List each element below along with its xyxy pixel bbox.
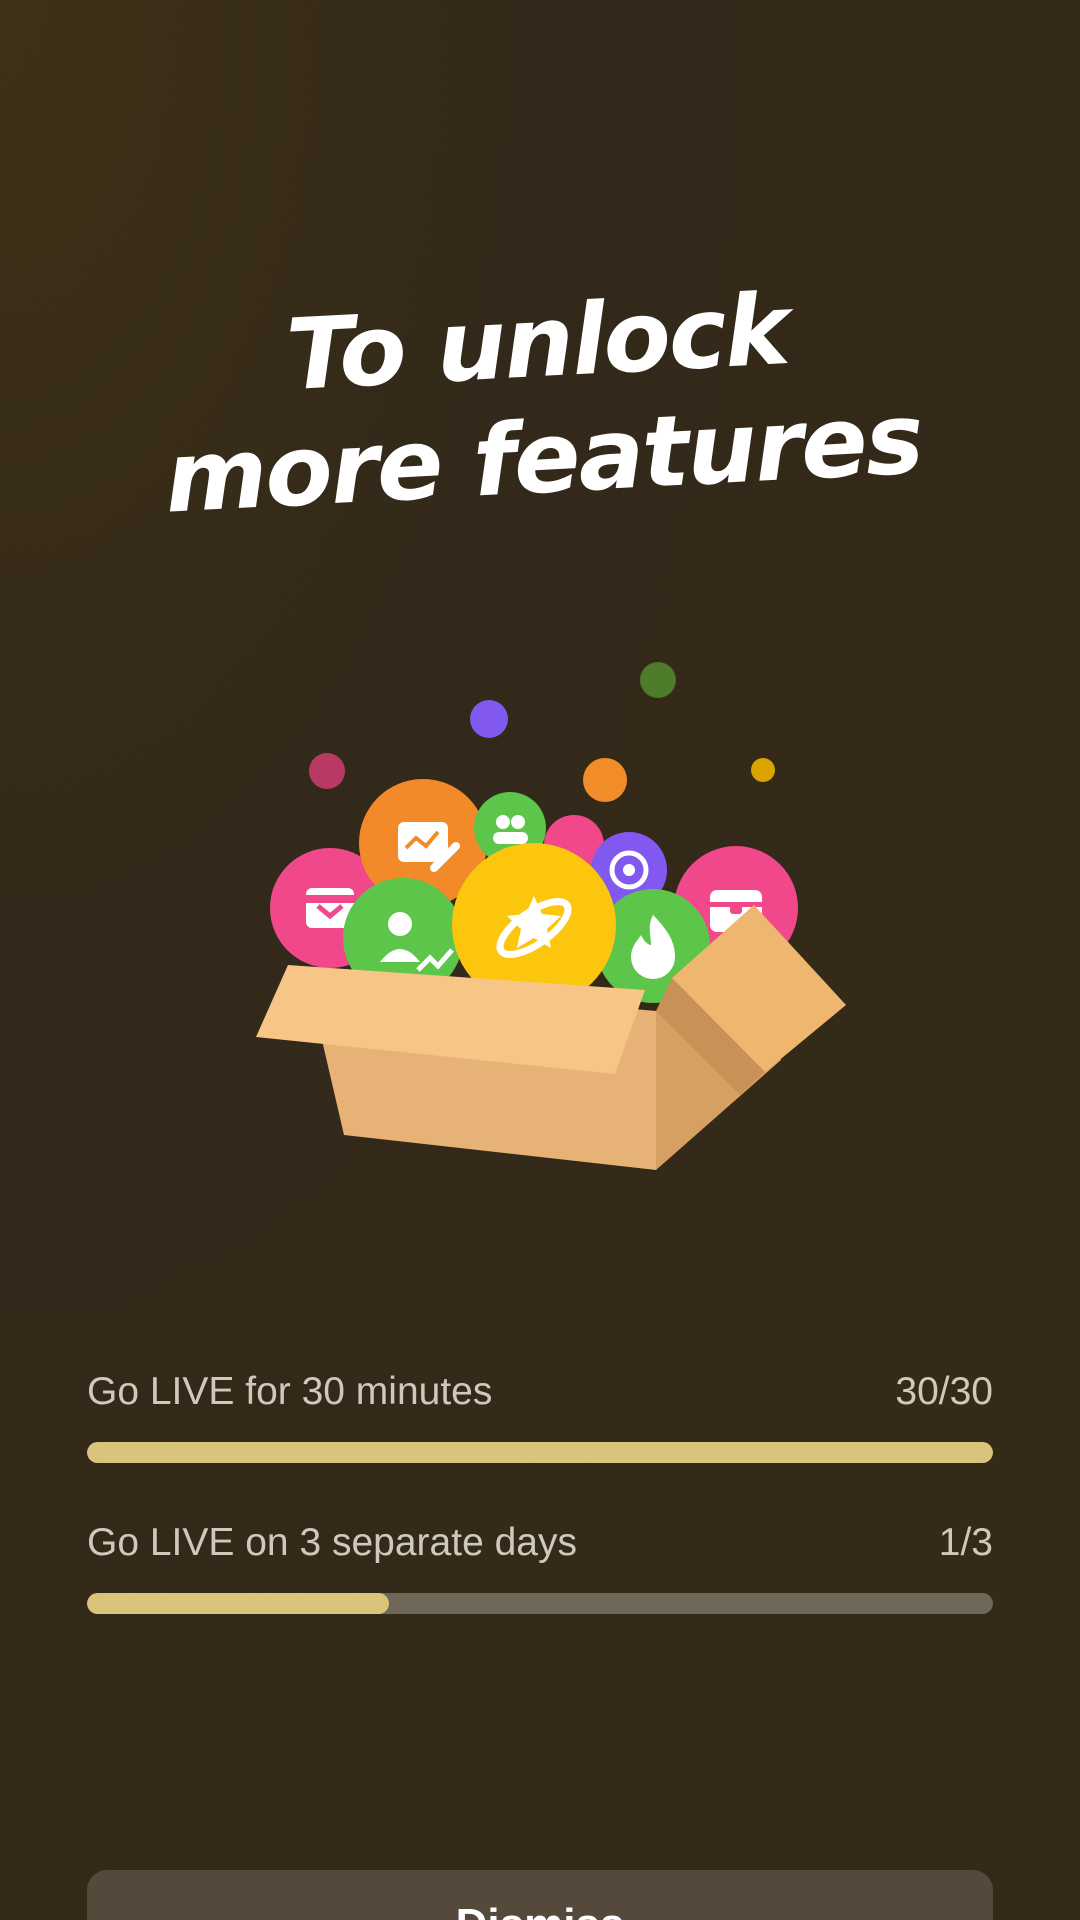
- confetti-dot: [309, 753, 345, 789]
- task-label: Go LIVE for 30 minutes: [87, 1370, 493, 1413]
- task-count: 1/3: [938, 1521, 993, 1564]
- progress-bar: [87, 1442, 993, 1463]
- dismiss-button[interactable]: Dismiss: [87, 1870, 993, 1920]
- confetti-dot: [470, 700, 508, 738]
- task-label: Go LIVE on 3 separate days: [87, 1521, 577, 1564]
- confetti-dot: [751, 758, 775, 782]
- task-go-live-30-minutes: Go LIVE for 30 minutes 30/30: [87, 1370, 993, 1463]
- progress-bar-fill: [87, 1593, 389, 1614]
- unlock-features-screen: To unlock more features Go LIVE for 30 m…: [0, 0, 1080, 1920]
- page-title: To unlock more features: [0, 257, 1080, 545]
- progress-bar-fill: [87, 1442, 993, 1463]
- task-count: 30/30: [895, 1370, 993, 1413]
- task-go-live-3-days: Go LIVE on 3 separate days 1/3: [87, 1521, 993, 1614]
- feature-box-illustration: [220, 640, 860, 1200]
- confetti-dot: [583, 758, 627, 802]
- confetti-dot: [640, 662, 676, 698]
- progress-bar: [87, 1593, 993, 1614]
